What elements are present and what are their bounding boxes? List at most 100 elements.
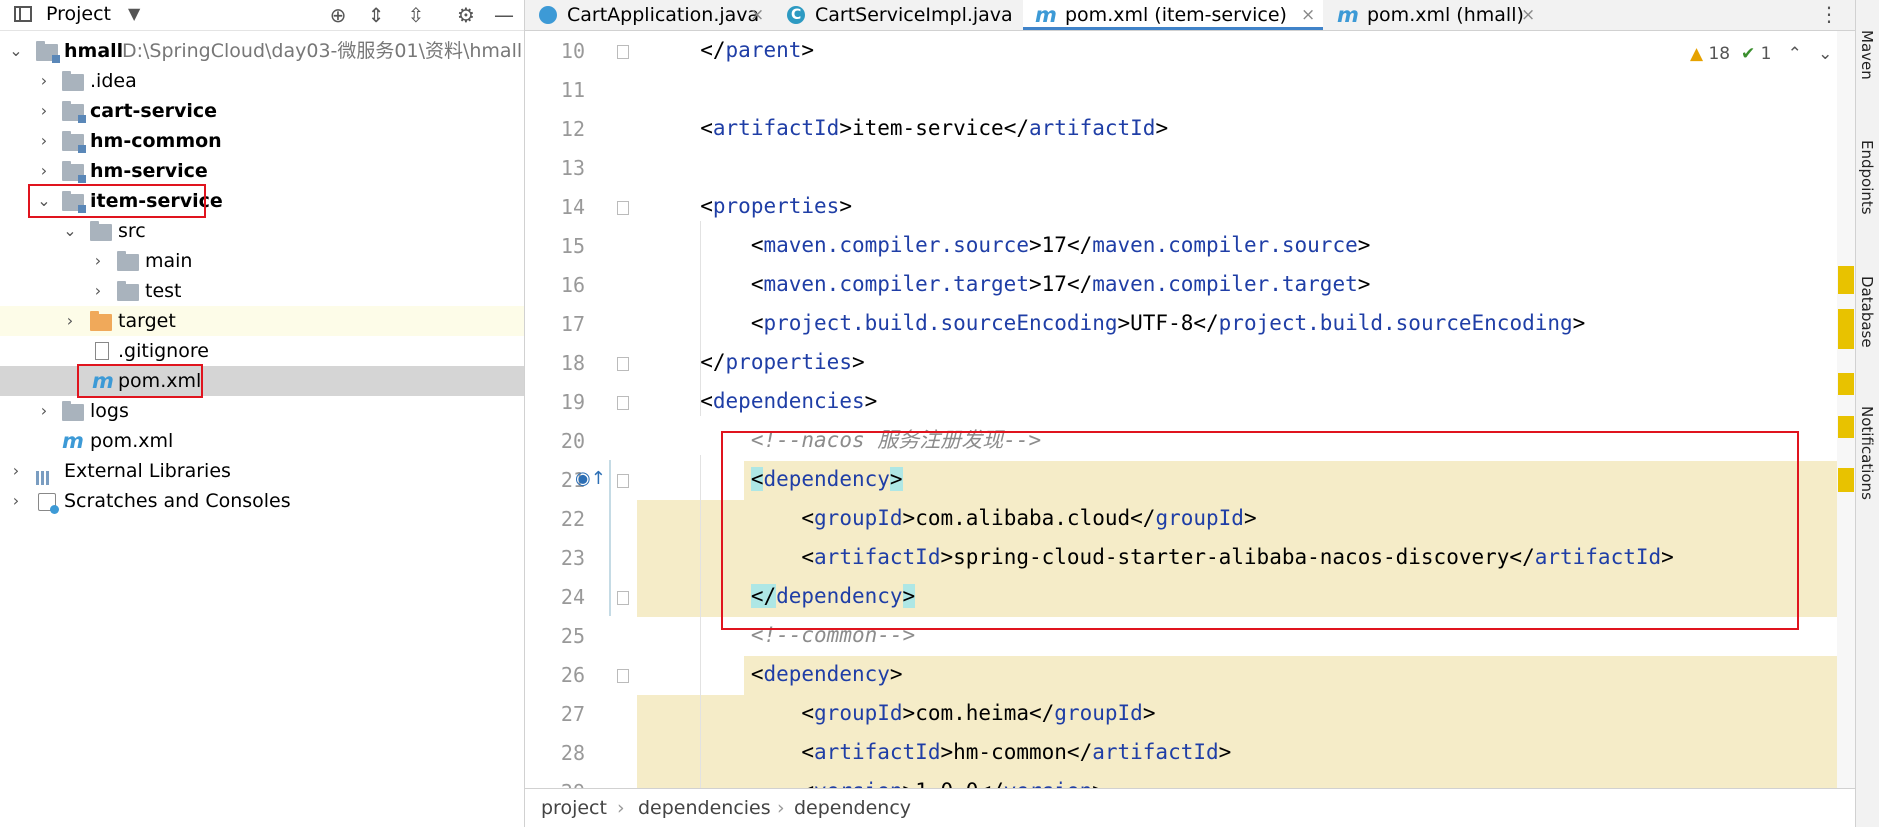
code-line[interactable]: <artifactId>item-service</artifactId> [637,109,1837,148]
tree-item-test[interactable]: › test [0,276,524,306]
tag-open-bracket: < [750,272,764,296]
chevron-right-icon[interactable]: › [36,96,52,126]
line-number: 15 [560,234,585,258]
tag-open-bracket: </ [1029,701,1055,725]
project-title[interactable]: Project [46,3,111,25]
tree-item-target[interactable]: › target [0,306,524,336]
tab-pom-item-service[interactable]: m pom.xml (item-service) × [1023,0,1323,30]
tag-open-bracket: </ [1066,272,1093,296]
tag-close-bracket: > [839,194,852,218]
chevron-down-icon[interactable]: ⌄ [62,216,78,246]
code-line[interactable]: <version>1.0.0</version> [637,772,1837,788]
code-line[interactable]: </parent> [637,31,1837,70]
tree-item-logs[interactable]: › logs [0,396,524,426]
fold-marker-icon[interactable] [617,591,629,605]
module-folder-icon [62,161,86,183]
tag-open-bracket: < [750,233,764,257]
close-icon[interactable]: × [1521,0,1535,30]
chevron-right-icon[interactable]: › [36,396,52,426]
tree-item-label: src [118,220,146,242]
database-tool-button[interactable]: Database [1858,276,1876,348]
tree-item-external-libraries[interactable]: › External Libraries [0,456,524,486]
code-line[interactable] [637,148,1837,187]
chevron-right-icon[interactable]: › [8,456,24,486]
chevron-down-icon[interactable]: ▼ [128,4,140,23]
tree-item-hm-common[interactable]: › hm-common [0,126,524,156]
fold-marker-icon[interactable] [617,45,629,59]
chevron-up-icon[interactable]: ⌃ [1788,44,1802,64]
tree-item-pom-xml-root[interactable]: m pom.xml [0,426,524,456]
gear-icon[interactable]: ⚙ [452,1,480,29]
chevron-right-icon[interactable]: › [90,276,106,306]
xml-tag-name: dependency [763,662,890,686]
code-line[interactable]: <groupId>com.heima</groupId> [637,694,1837,733]
vcs-change-bar [609,460,611,616]
implementation-marker-icon[interactable]: ◉↑ [575,468,606,489]
code-line[interactable] [637,70,1837,109]
fold-marker-icon[interactable] [617,669,629,683]
notifications-tool-button[interactable]: Notifications [1858,406,1876,500]
fold-marker-icon[interactable] [617,357,629,371]
chevron-right-icon[interactable]: › [90,246,106,276]
fold-marker-icon[interactable] [617,201,629,215]
code-line[interactable]: <properties> [637,187,1837,226]
chevron-right-icon[interactable]: › [62,306,78,336]
minimize-icon[interactable]: — [490,1,518,29]
tree-item-hm-service[interactable]: › hm-service [0,156,524,186]
collapse-all-icon[interactable]: ⇳ [402,1,430,29]
code-line[interactable]: <maven.compiler.target>17</maven.compile… [637,265,1837,304]
chevron-right-icon[interactable]: › [36,66,52,96]
inspection-widget[interactable]: ▲ 18 ✔ 1 ⌃ ⌄ [1690,44,1832,64]
code-line[interactable]: <dependency> [637,655,1837,694]
tree-item-label: cart-service [90,100,218,122]
breadcrumb-item-dependencies[interactable]: dependencies [638,789,771,827]
endpoints-tool-button[interactable]: Endpoints [1858,140,1876,215]
tree-item-hmall[interactable]: ⌄ hmall D:\SpringCloud\day03-微服务01\资料\hm… [0,36,524,66]
maven-tool-button[interactable]: Maven [1858,30,1876,80]
tag-close-bracket: > [1028,272,1042,296]
breadcrumb-item-project[interactable]: project [541,789,607,827]
chevron-right-icon[interactable]: › [8,486,24,516]
tree-item-main[interactable]: › main [0,246,524,276]
chevron-right-icon[interactable]: › [36,126,52,156]
breadcrumb-separator-icon: › [777,797,785,819]
more-tabs-icon[interactable]: ⋮ [1819,0,1839,30]
line-number-gutter[interactable]: 1011121314151617181920212223242526272829… [525,31,638,804]
change-marker [1838,373,1854,395]
code-line[interactable]: <artifactId>hm-common</artifactId> [637,733,1837,772]
close-icon[interactable]: × [750,0,764,30]
chevron-right-icon[interactable]: › [36,156,52,186]
code-line[interactable]: <maven.compiler.source>17</maven.compile… [637,226,1837,265]
expand-all-icon[interactable]: ⇕ [362,1,390,29]
tree-item-label: hm-service [90,160,208,182]
tab-cart-service-impl[interactable]: CartServiceImpl.java × [773,0,1045,30]
tree-item-scratches[interactable]: › Scratches and Consoles [0,486,524,516]
line-number: 17 [560,312,585,336]
tab-pom-hmall[interactable]: m pom.xml (hmall) × [1325,0,1545,30]
code-line[interactable]: <dependencies> [637,382,1837,421]
chevron-down-icon[interactable]: ⌄ [1818,44,1832,64]
fold-marker-icon[interactable] [617,396,629,410]
tree-item-src[interactable]: ⌄ src [0,216,524,246]
xml-tag-name: artifactId [712,116,840,140]
xml-tag-name: project.build.sourceEncoding [763,311,1118,335]
code-line[interactable]: </properties> [637,343,1837,382]
change-marker [1838,468,1854,492]
editor-scrollbar[interactable] [1837,31,1855,788]
tree-item-cart-service[interactable]: › cart-service [0,96,524,126]
line-number: 10 [560,39,585,63]
tree-item-idea[interactable]: › .idea [0,66,524,96]
code-editor[interactable]: </parent> <artifactId>item-service</arti… [637,31,1837,788]
chevron-down-icon[interactable]: ⌄ [8,36,24,66]
breadcrumb-item-dependency[interactable]: dependency [794,789,911,827]
tree-item-gitignore[interactable]: .gitignore [0,336,524,366]
code-line[interactable]: <project.build.sourceEncoding>UTF-8</pro… [637,304,1837,343]
xml-tag-name: dependencies [712,389,865,413]
locate-icon[interactable]: ⊕ [324,1,352,29]
tag-open-bracket: < [750,662,764,686]
tab-cart-application[interactable]: CartApplication.java × [525,0,773,30]
xml-tag-name: properties [725,350,852,374]
fold-marker-icon[interactable] [617,474,629,488]
close-icon[interactable]: × [1301,0,1315,30]
